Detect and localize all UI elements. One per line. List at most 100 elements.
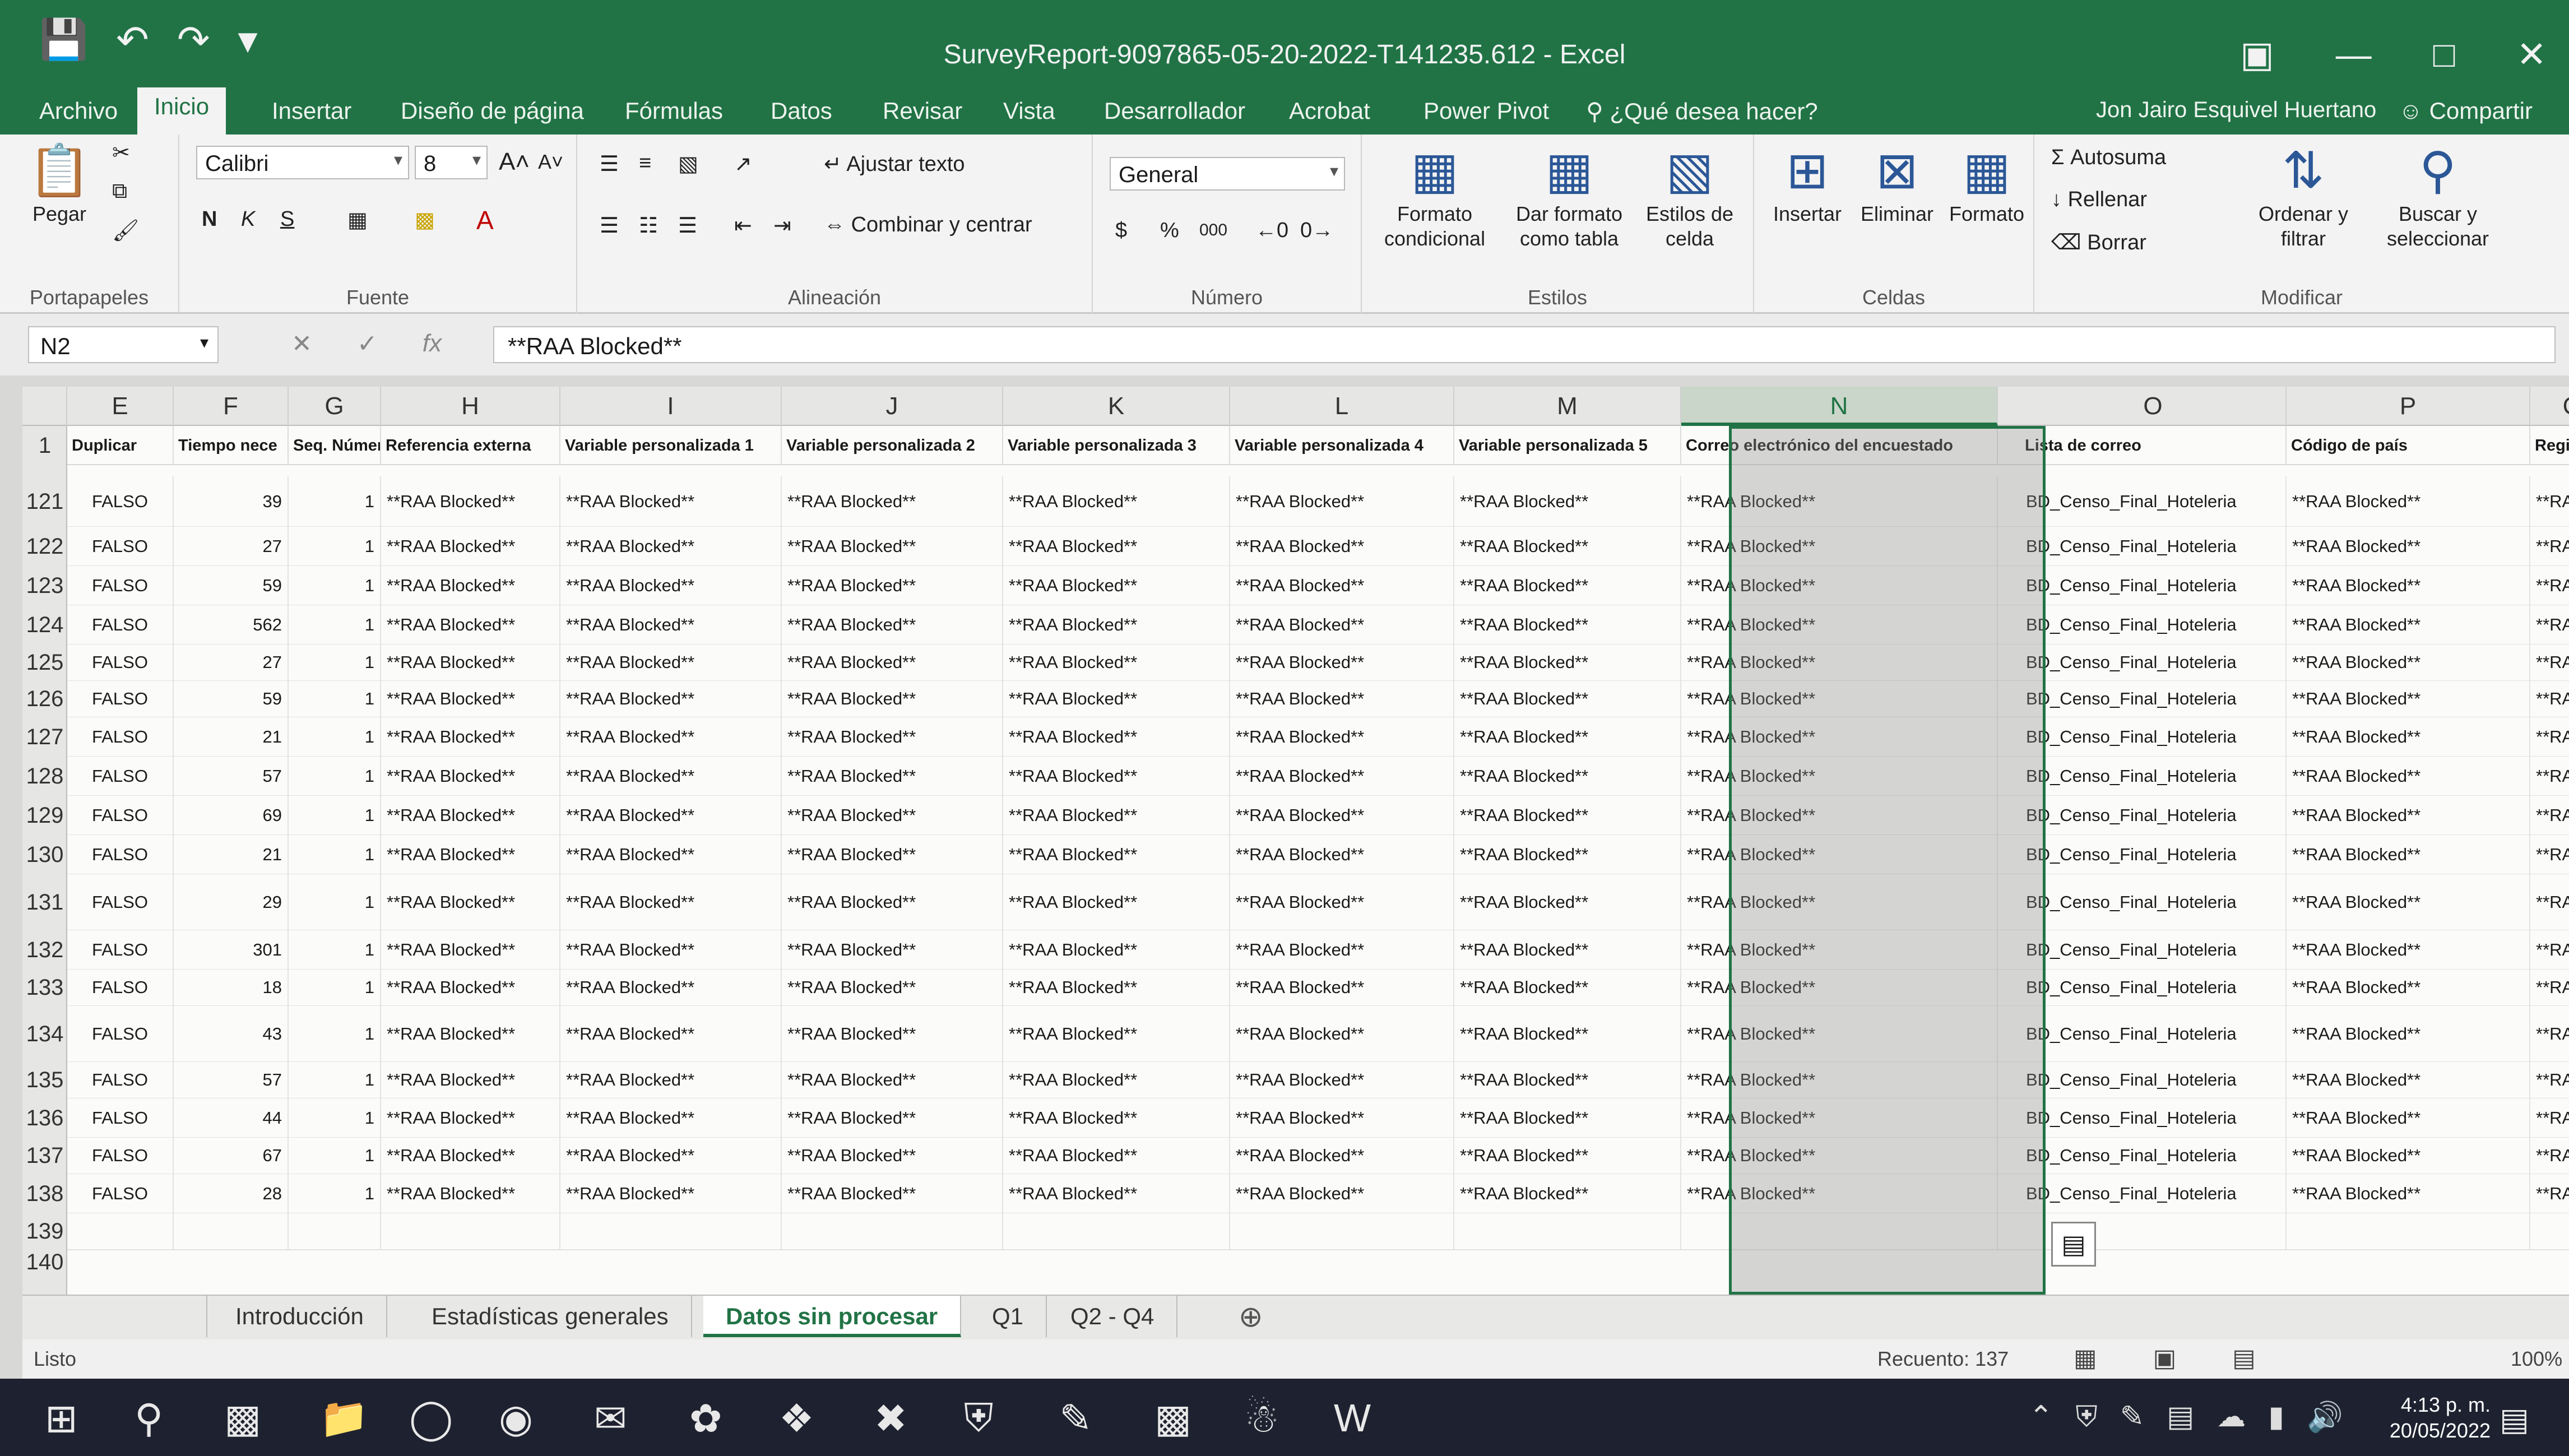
cell-blocked[interactable]: **RAA Blocked** <box>1230 1098 1454 1137</box>
header-cell[interactable]: Seq. Número <box>289 426 381 465</box>
cell-blocked[interactable]: **RAA Blocked** <box>1454 757 1681 795</box>
find-select-button[interactable]: ⚲ Buscar y seleccionar <box>2371 140 2505 251</box>
cell-tiempo[interactable]: 59 <box>174 566 289 605</box>
cell-blocked[interactable]: **RAA Blocked** <box>1454 1098 1681 1137</box>
tab-inicio[interactable]: Inicio <box>137 87 226 135</box>
cell-region[interactable]: **RAA Bl <box>2530 930 2569 969</box>
clock[interactable]: 4:13 p. m. 20/05/2022 <box>2390 1392 2491 1444</box>
cell-tiempo[interactable]: 21 <box>174 835 289 874</box>
cell-blocked[interactable]: **RAA Blocked** <box>381 757 560 795</box>
cell-region[interactable]: **RAA Bl <box>2530 970 2569 1005</box>
notifications-icon[interactable]: ▤ <box>2500 1401 2529 1438</box>
tab-formulas[interactable]: Fórmulas <box>608 92 740 130</box>
cell-blocked[interactable]: **RAA Blocked** <box>1454 1006 1681 1061</box>
cell-region[interactable]: **RAA Bl <box>2530 566 2569 605</box>
cell-seq[interactable]: 1 <box>289 796 381 834</box>
cell-blocked[interactable]: **RAA Blocked** <box>1003 970 1230 1005</box>
row-header[interactable]: 137 <box>22 1138 67 1174</box>
header-cell[interactable]: Código de país <box>2287 426 2530 465</box>
cell-blocked[interactable]: **RAA Blocked** <box>1003 874 1230 930</box>
cell-seq[interactable]: 1 <box>289 1006 381 1061</box>
cell-blocked[interactable]: **RAA Blocked** <box>560 1062 782 1098</box>
number-format-select[interactable]: General ▾ <box>1110 157 1345 191</box>
cell-seq[interactable]: 1 <box>289 1138 381 1174</box>
column-header-c[interactable]: C <box>2530 387 2569 426</box>
search-icon[interactable]: ⚲ <box>135 1395 163 1441</box>
row-header[interactable]: 140 <box>22 1250 67 1275</box>
row-header[interactable]: 128 <box>22 757 67 796</box>
spreadsheet-grid[interactable]: EFGHIJKLMNOPC 11211221231241251261271281… <box>22 387 2569 1295</box>
cell-region[interactable]: **RAA Bl <box>2530 1098 2569 1137</box>
cell-tiempo[interactable]: 29 <box>174 874 289 930</box>
row-header[interactable]: 123 <box>22 566 67 605</box>
cell-duplicar[interactable]: FALSO <box>67 605 174 644</box>
cell-duplicar[interactable]: FALSO <box>67 527 174 565</box>
align-bottom-icon[interactable]: ▧ <box>678 151 698 177</box>
cell-codigo-pais[interactable]: **RAA Blocked** <box>2287 527 2530 565</box>
cell-blocked[interactable]: **RAA Blocked** <box>560 566 782 605</box>
cell-blocked[interactable]: **RAA Blocked** <box>1230 566 1454 605</box>
cell-seq[interactable]: 1 <box>289 476 381 526</box>
cell-blocked[interactable]: **RAA Blocked** <box>1003 757 1230 795</box>
cell-seq[interactable]: 1 <box>289 835 381 874</box>
close-icon[interactable]: ✕ <box>2516 34 2547 76</box>
column-header-n[interactable]: N <box>1681 387 1998 426</box>
cell-blocked[interactable]: **RAA Blocked** <box>381 644 560 680</box>
cell-blocked[interactable]: **RAA Blocked** <box>381 874 560 930</box>
cell-region[interactable]: **RAA Bl <box>2530 1062 2569 1098</box>
delete-cells-button[interactable]: ⊠ Eliminar <box>1855 140 1939 226</box>
cell-tiempo[interactable]: 69 <box>174 796 289 834</box>
tell-me-box[interactable]: ⚲ ¿Qué desea hacer? <box>1586 98 1818 125</box>
excel-icon[interactable]: ✖ <box>874 1395 907 1441</box>
cell-blocked[interactable]: **RAA Blocked** <box>1454 796 1681 834</box>
cell-blocked[interactable]: **RAA Blocked** <box>1230 757 1454 795</box>
cell-duplicar[interactable]: FALSO <box>67 874 174 930</box>
cell-blocked[interactable]: **RAA Blocked** <box>782 681 1003 717</box>
edge-icon[interactable]: ◯ <box>409 1395 453 1441</box>
cell-lista-correo[interactable]: BD_Censo_Final_Hoteleria <box>2020 930 2287 969</box>
tab-vista[interactable]: Vista <box>986 92 1072 130</box>
header-cell[interactable]: Variable personalizada 1 <box>560 426 782 465</box>
cell-blocked[interactable]: **RAA Blocked** <box>560 1174 782 1213</box>
tab-archivo[interactable]: Archivo <box>22 92 135 130</box>
cell-duplicar[interactable]: FALSO <box>67 1138 174 1174</box>
cell-blocked[interactable] <box>1454 1213 1681 1249</box>
cell-region[interactable]: **RAA Bl <box>2530 527 2569 565</box>
wrap-text-button[interactable]: ↵ Ajustar texto <box>824 151 965 177</box>
cell-seq[interactable]: 1 <box>289 527 381 565</box>
cell-codigo-pais[interactable]: **RAA Blocked** <box>2287 970 2530 1005</box>
column-header-i[interactable]: I <box>560 387 782 426</box>
outlook-icon[interactable]: ✉ <box>594 1395 627 1441</box>
cell-blocked[interactable]: **RAA Blocked** <box>1003 527 1230 565</box>
shrink-font-icon[interactable]: A˅ <box>538 150 563 174</box>
row-header[interactable]: 136 <box>22 1098 67 1138</box>
cell-blocked[interactable]: **RAA Blocked** <box>1454 970 1681 1005</box>
cell-blocked[interactable] <box>381 1213 560 1249</box>
cell-blocked[interactable]: **RAA Blocked** <box>560 476 782 526</box>
cell-seq[interactable]: 1 <box>289 1062 381 1098</box>
cell-blocked[interactable]: **RAA Blocked** <box>782 874 1003 930</box>
header-cell[interactable]: Variable personalizada 5 <box>1454 426 1681 465</box>
selected-column-n[interactable] <box>1729 426 2046 1295</box>
cell-blocked[interactable]: **RAA Blocked** <box>782 835 1003 874</box>
cell-seq[interactable]: 1 <box>289 566 381 605</box>
cell-seq[interactable] <box>289 1213 381 1249</box>
cell-codigo-pais[interactable]: **RAA Blocked** <box>2287 796 2530 834</box>
teams-icon[interactable]: ☃ <box>1244 1395 1279 1441</box>
cell-tiempo[interactable]: 27 <box>174 644 289 680</box>
cell-blocked[interactable]: **RAA Blocked** <box>782 717 1003 756</box>
column-header-k[interactable]: K <box>1003 387 1230 426</box>
cell-tiempo[interactable]: 562 <box>174 605 289 644</box>
cell-lista-correo[interactable]: BD_Censo_Final_Hoteleria <box>2020 1174 2287 1213</box>
cell-blocked[interactable]: **RAA Blocked** <box>1230 681 1454 717</box>
cell-lista-correo[interactable]: BD_Censo_Final_Hoteleria <box>2020 1098 2287 1137</box>
cell-blocked[interactable]: **RAA Blocked** <box>560 1138 782 1174</box>
fill-button[interactable]: ↓ Rellenar <box>2051 188 2147 212</box>
tab-desarrollador[interactable]: Desarrollador <box>1087 92 1262 130</box>
cell-tiempo[interactable]: 43 <box>174 1006 289 1061</box>
cell-blocked[interactable]: **RAA Blocked** <box>1230 1138 1454 1174</box>
cell-blocked[interactable]: **RAA Blocked** <box>1003 644 1230 680</box>
row-header[interactable]: 124 <box>22 605 67 644</box>
cell-tiempo[interactable]: 67 <box>174 1138 289 1174</box>
cell-blocked[interactable]: **RAA Blocked** <box>782 1062 1003 1098</box>
